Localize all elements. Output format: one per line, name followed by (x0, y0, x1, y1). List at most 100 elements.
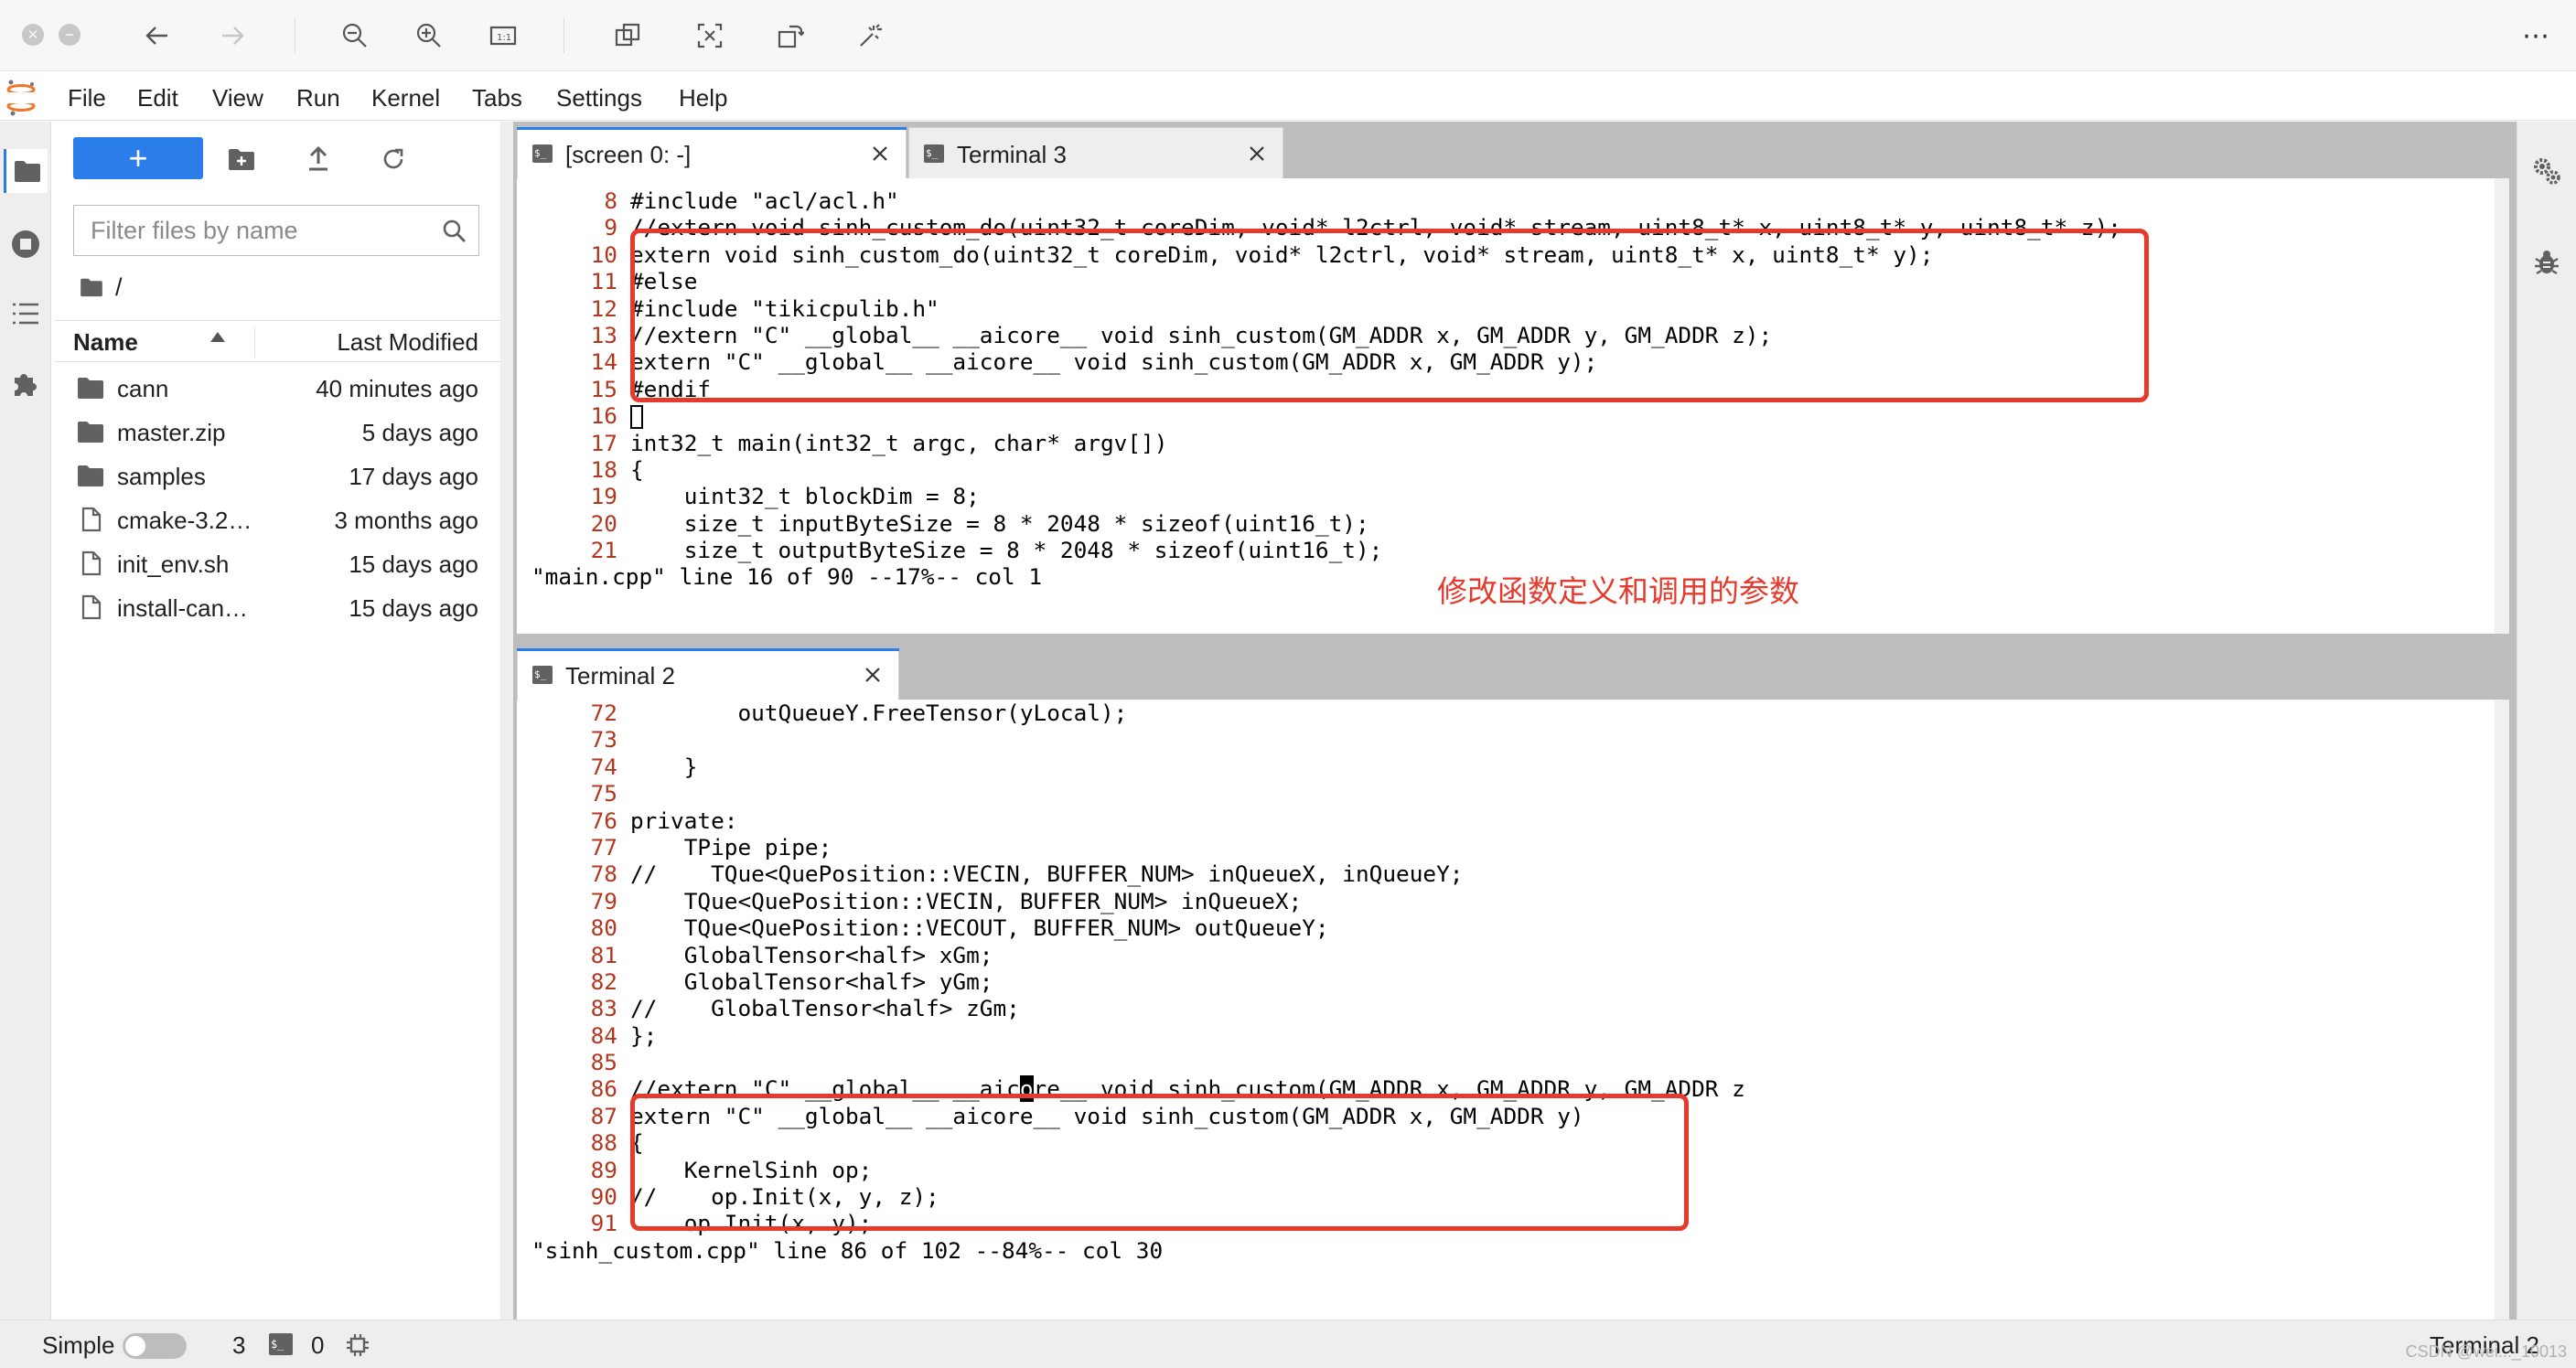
menu-tabs[interactable]: Tabs (472, 84, 522, 112)
tab-label: Terminal 3 (957, 141, 1067, 168)
magic-wand-icon[interactable] (856, 21, 886, 50)
code-line: 8 #include "acl/acl.h" (531, 187, 2495, 214)
menu-settings[interactable]: Settings (556, 84, 642, 112)
file-row[interactable]: install-can… 15 days ago (55, 585, 500, 629)
upload-icon[interactable] (300, 141, 337, 177)
terminals-count[interactable]: 3 (232, 1331, 245, 1360)
file-icon (81, 550, 102, 576)
column-name-header[interactable]: Name (73, 328, 138, 357)
search-icon[interactable] (442, 219, 467, 244)
file-modified: 40 minutes ago (316, 375, 478, 402)
left-activity-bar (0, 122, 51, 1320)
minimize-icon[interactable]: − (59, 24, 80, 46)
line-number: 13 (590, 321, 617, 348)
close-tab-icon[interactable] (867, 141, 893, 166)
close-tab-icon[interactable] (1244, 141, 1270, 166)
breadcrumb-root[interactable]: / (115, 273, 123, 302)
tab-screen-0[interactable]: $_ [screen 0: -] (517, 127, 907, 178)
actual-size-icon[interactable]: 1:1 (488, 21, 518, 50)
file-icon (81, 507, 102, 532)
code-line: 19 uint32_t blockDim = 8; (531, 483, 2495, 509)
filter-box (73, 205, 479, 256)
line-number: 18 (590, 455, 617, 483)
file-list-header: Name Last Modified (55, 320, 500, 362)
file-name: install-can… (117, 594, 249, 622)
file-row[interactable]: cann 40 minutes ago (55, 366, 500, 410)
terminal-panel-bottom[interactable]: 72 outQueueY.FreeTensor(yLocal); 73 74 } 75… (517, 700, 2509, 1368)
home-folder-icon[interactable] (79, 277, 104, 297)
code-line: 85 (531, 1049, 2495, 1075)
code-text: size_t outputByteSize = 8 * 2048 * sizeo… (630, 537, 1383, 564)
folder-icon[interactable] (4, 149, 48, 193)
kernels-count[interactable]: 0 (311, 1331, 324, 1360)
line-number: 79 (590, 887, 617, 914)
close-icon[interactable]: ✕ (22, 24, 44, 46)
terminal-icon: $_ (532, 666, 553, 684)
file-row[interactable]: master.zip 5 days ago (55, 410, 500, 454)
annotation-text: 修改函数定义和调用的参数 (1437, 573, 1799, 609)
line-number: 87 (590, 1102, 617, 1129)
line-number: 17 (590, 429, 617, 456)
code-text: uint32_t blockDim = 8; (630, 483, 980, 510)
line-number: 91 (590, 1210, 617, 1237)
line-number: 10 (590, 240, 617, 268)
terminal-icon: $_ (532, 144, 553, 163)
folder-icon (78, 378, 103, 399)
more-icon[interactable]: ⋯ (2521, 21, 2550, 51)
table-of-contents-icon[interactable] (4, 292, 48, 336)
folder-icon (78, 422, 103, 443)
new-launcher-button[interactable]: + (73, 137, 203, 179)
window-toolbar: ✕ − 1:1 ⋯ (0, 0, 2576, 71)
file-row[interactable]: init_env.sh 15 days ago (55, 541, 500, 585)
forward-arrow-icon[interactable] (218, 21, 247, 50)
file-name: cann (117, 375, 169, 402)
code-text: size_t inputByteSize = 8 * 2048 * sizeof… (630, 509, 1369, 537)
code-text: // TQue<QuePosition::VECIN, BUFFER_NUM> … (630, 860, 1464, 888)
menu-view[interactable]: View (212, 84, 263, 112)
file-modified: 3 months ago (334, 507, 478, 534)
line-number: 20 (590, 509, 617, 537)
menu-run[interactable]: Run (296, 84, 340, 112)
scrollbar[interactable] (2495, 700, 2509, 1368)
window-icon[interactable] (613, 21, 642, 50)
line-number: 76 (590, 807, 617, 834)
tab-terminal-2[interactable]: $_ Terminal 2 (517, 648, 899, 700)
new-folder-icon[interactable] (223, 141, 260, 177)
zoom-in-icon[interactable] (414, 21, 444, 50)
line-number: 11 (590, 268, 617, 295)
line-number: 90 (590, 1183, 617, 1211)
extensions-icon[interactable] (4, 361, 48, 405)
status-bar: Simple 3 $_ 0 Terminal 2 CSDN @wei..._10… (0, 1320, 2576, 1368)
file-row[interactable]: samples 17 days ago (55, 454, 500, 497)
menu-help[interactable]: Help (679, 84, 727, 112)
zoom-out-icon[interactable] (340, 21, 370, 50)
refresh-icon[interactable] (375, 141, 412, 177)
menu-kernel[interactable]: Kernel (371, 84, 440, 112)
sidebar-splitter[interactable] (500, 122, 513, 1320)
code-text: TPipe pipe; (630, 833, 832, 860)
rotate-icon[interactable] (776, 21, 805, 50)
filter-files-input[interactable] (91, 217, 429, 244)
terminal-output[interactable]: 72 outQueueY.FreeTensor(yLocal); 73 74 } 75… (531, 700, 2495, 1368)
screenshot-icon[interactable] (695, 21, 724, 50)
code-line: 21 size_t outputByteSize = 8 * 2048 * si… (531, 537, 2495, 563)
code-line: 72 outQueueY.FreeTensor(yLocal); (531, 700, 2495, 726)
line-number: 80 (590, 914, 617, 942)
tab-label: [screen 0: -] (565, 141, 692, 168)
property-inspector-icon[interactable] (2525, 149, 2569, 193)
menu-edit[interactable]: Edit (137, 84, 178, 112)
code-text: int32_t main(int32_t argc, char* argv[]) (630, 429, 1168, 456)
back-arrow-icon[interactable] (143, 21, 172, 50)
code-line: 20 size_t inputByteSize = 8 * 2048 * siz… (531, 510, 2495, 537)
scrollbar[interactable] (2495, 178, 2509, 634)
debugger-bug-icon[interactable] (2525, 240, 2569, 284)
column-modified-header[interactable]: Last Modified (337, 328, 478, 357)
close-tab-icon[interactable] (860, 662, 886, 688)
tab-terminal-3[interactable]: $_ Terminal 3 (908, 127, 1283, 178)
editor-status-line: "sinh_custom.cpp" line 86 of 102 --84%--… (531, 1236, 1164, 1264)
simple-mode-toggle[interactable] (123, 1333, 187, 1359)
menu-file[interactable]: File (68, 84, 106, 112)
running-sessions-icon[interactable] (4, 222, 48, 266)
line-number: 81 (590, 941, 617, 968)
file-row[interactable]: cmake-3.2… 3 months ago (55, 497, 500, 541)
